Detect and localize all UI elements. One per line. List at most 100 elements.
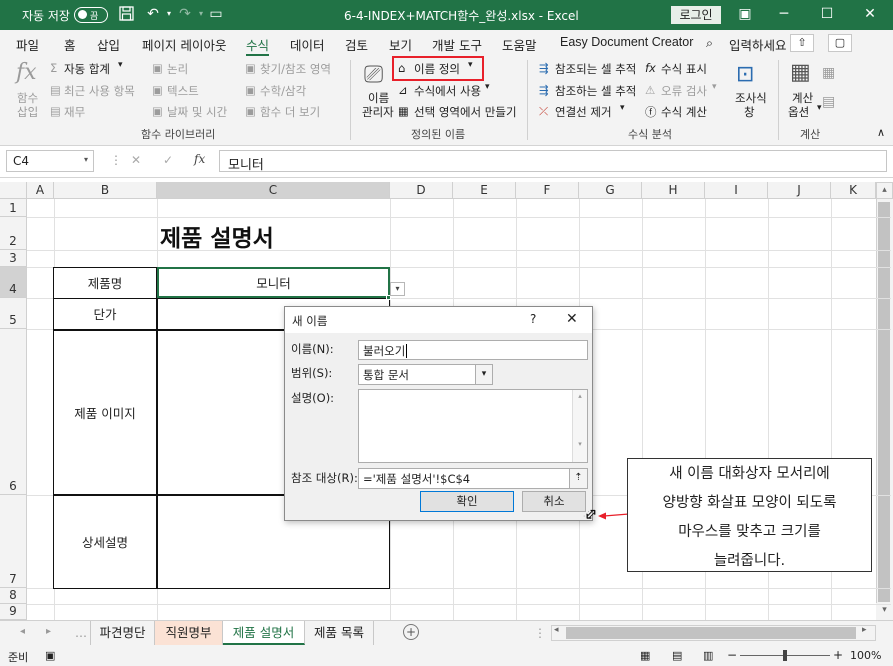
search-icon[interactable]: ⌕ xyxy=(706,35,713,51)
tab-split-handle[interactable]: ⋮ xyxy=(534,626,546,640)
scope-dropdown-icon[interactable]: ▾ xyxy=(475,365,492,384)
row-header-6[interactable]: 6 xyxy=(0,329,27,495)
column-header-i[interactable]: I xyxy=(705,182,768,199)
login-button[interactable]: 로그인 xyxy=(671,6,721,24)
insert-function-icon[interactable]: fx xyxy=(16,60,37,85)
menu-page-layout[interactable]: 페이지 레이아웃 xyxy=(142,35,226,54)
cancel-icon[interactable]: ✕ xyxy=(131,153,141,167)
scroll-left-icon[interactable]: ◂ xyxy=(554,625,559,635)
quick-access-icon[interactable]: ▭ xyxy=(208,6,224,22)
next-sheet-icon[interactable]: ▸ xyxy=(46,626,51,637)
maximize-icon[interactable]: ☐ xyxy=(819,6,835,22)
logic-button[interactable]: 논리 xyxy=(167,61,188,77)
more-sheets-icon[interactable]: … xyxy=(75,626,87,640)
zoom-out-icon[interactable]: − xyxy=(727,648,737,662)
error-checking-dropdown-icon[interactable]: ▾ xyxy=(712,82,717,92)
remove-arrows-button[interactable]: 연결선 제거 xyxy=(555,104,612,120)
watch-window-label-2[interactable]: 창 xyxy=(744,104,755,120)
page-break-view-icon[interactable]: ▥ xyxy=(703,649,713,662)
row-header-4[interactable]: 4 xyxy=(0,267,27,298)
minimize-icon[interactable]: ─ xyxy=(776,6,792,22)
column-header-d[interactable]: D xyxy=(390,182,453,199)
datetime-button[interactable]: 날짜 및 시간 xyxy=(167,104,227,120)
redo-icon[interactable]: ↷ xyxy=(177,6,193,22)
save-icon[interactable] xyxy=(118,6,134,22)
row-header-5[interactable]: 5 xyxy=(0,298,27,329)
menu-formulas[interactable]: 수식 xyxy=(246,35,270,56)
sheet-title[interactable]: 제품 설명서 xyxy=(160,219,274,253)
zoom-slider-thumb[interactable] xyxy=(783,650,787,661)
zoom-level[interactable]: 100% xyxy=(850,649,881,662)
name-manager-icon[interactable]: ⎚ xyxy=(364,60,383,88)
share-icon[interactable]: ⇧ xyxy=(790,34,814,52)
menu-view[interactable]: 보기 xyxy=(389,35,412,54)
sheet-tab-product-manual[interactable]: 제품 설명서 xyxy=(223,621,305,645)
menu-insert[interactable]: 삽입 xyxy=(97,35,120,54)
column-header-f[interactable]: F xyxy=(516,182,579,199)
cell-b7-label[interactable]: 상세설명 xyxy=(55,496,155,587)
ribbon-display-icon[interactable]: ▣ xyxy=(737,6,753,22)
collapse-dialog-icon[interactable]: ⇡ xyxy=(569,469,587,488)
column-header-j[interactable]: J xyxy=(768,182,831,199)
name-input[interactable]: 불러오기 xyxy=(358,340,588,360)
add-sheet-icon[interactable]: + xyxy=(403,624,419,640)
comment-scrollbar[interactable]: ▴ ▾ xyxy=(572,390,587,462)
row-header-9[interactable]: 9 xyxy=(0,604,27,620)
dialog-close-icon[interactable]: ✕ xyxy=(566,311,578,327)
create-from-selection-button[interactable]: 선택 영역에서 만들기 xyxy=(414,104,517,120)
error-checking-button[interactable]: 오류 검사 xyxy=(661,83,707,99)
row-header-7[interactable]: 7 xyxy=(0,495,27,588)
column-header-a[interactable]: A xyxy=(27,182,54,199)
cell-b4-label[interactable]: 제품명 xyxy=(55,268,155,297)
prev-sheet-icon[interactable]: ◂ xyxy=(20,626,25,637)
finance-button[interactable]: 재무 xyxy=(64,104,85,120)
column-header-b[interactable]: B xyxy=(54,182,157,199)
help-icon[interactable]: ? xyxy=(530,312,536,326)
row-header-8[interactable]: 8 xyxy=(0,588,27,604)
name-box-dropdown-icon[interactable]: ▾ xyxy=(84,155,88,164)
comment-textarea[interactable] xyxy=(358,389,588,463)
formula-input[interactable]: 모니터 xyxy=(219,150,887,173)
sheet-tab-employee-list[interactable]: 직원명부 xyxy=(155,621,223,645)
ok-button[interactable]: 확인 xyxy=(420,491,514,512)
normal-view-icon[interactable]: ▦ xyxy=(640,649,650,662)
calc-options-label-2[interactable]: 옵션 xyxy=(788,104,809,120)
column-header-k[interactable]: K xyxy=(831,182,876,199)
row-header-1[interactable]: 1 xyxy=(0,199,27,217)
close-window-icon[interactable]: ✕ xyxy=(862,6,878,22)
row-header-3[interactable]: 3 xyxy=(0,250,27,267)
column-header-g[interactable]: G xyxy=(579,182,642,199)
select-all-corner[interactable] xyxy=(0,182,27,199)
insert-function-label-2[interactable]: 삽입 xyxy=(17,104,38,120)
recent-button[interactable]: 최근 사용 항목 xyxy=(64,83,135,99)
search-label[interactable]: 입력하세요 xyxy=(729,35,787,54)
watch-window-icon[interactable]: ⊡ xyxy=(736,62,754,87)
sheet-tab-dispatch-list[interactable]: 파견명단 xyxy=(90,621,155,645)
text-button[interactable]: 텍스트 xyxy=(167,83,199,99)
menu-file[interactable]: 파일 xyxy=(16,35,39,54)
redo-dropdown-icon[interactable]: ▾ xyxy=(193,6,209,22)
cell-dropdown-icon[interactable]: ▾ xyxy=(390,282,405,296)
horizontal-scroll-thumb[interactable] xyxy=(566,627,856,639)
calc-sheet-icon[interactable]: ▤ xyxy=(822,94,835,110)
menu-review[interactable]: 검토 xyxy=(345,35,368,54)
refers-to-input[interactable]: ='제품 설명서'!$C$4 xyxy=(358,468,588,489)
name-box[interactable]: C4 xyxy=(6,150,94,172)
undo-icon[interactable]: ↶ xyxy=(145,6,161,22)
menu-developer[interactable]: 개발 도구 xyxy=(432,35,482,54)
scroll-up-icon[interactable]: ▴ xyxy=(876,182,893,199)
menu-home[interactable]: 홈 xyxy=(64,35,76,54)
scroll-down-icon[interactable]: ▾ xyxy=(876,603,893,620)
trace-precedents-button[interactable]: 참조되는 셀 추적 xyxy=(555,61,636,77)
remove-arrows-dropdown-icon[interactable]: ▾ xyxy=(620,103,625,113)
insert-function-fx[interactable]: fx xyxy=(194,152,205,166)
menu-data[interactable]: 데이터 xyxy=(290,35,325,54)
comment-icon[interactable]: ▢ xyxy=(828,34,852,52)
macro-record-icon[interactable]: ▣ xyxy=(45,649,55,662)
page-layout-view-icon[interactable]: ▤ xyxy=(672,649,682,662)
cancel-button[interactable]: 취소 xyxy=(522,491,586,512)
collapse-ribbon-icon[interactable]: ∧ xyxy=(877,126,885,139)
column-header-c[interactable]: C xyxy=(157,182,390,199)
more-functions-button[interactable]: 함수 더 보기 xyxy=(260,104,320,120)
row-header-2[interactable]: 2 xyxy=(0,217,27,250)
